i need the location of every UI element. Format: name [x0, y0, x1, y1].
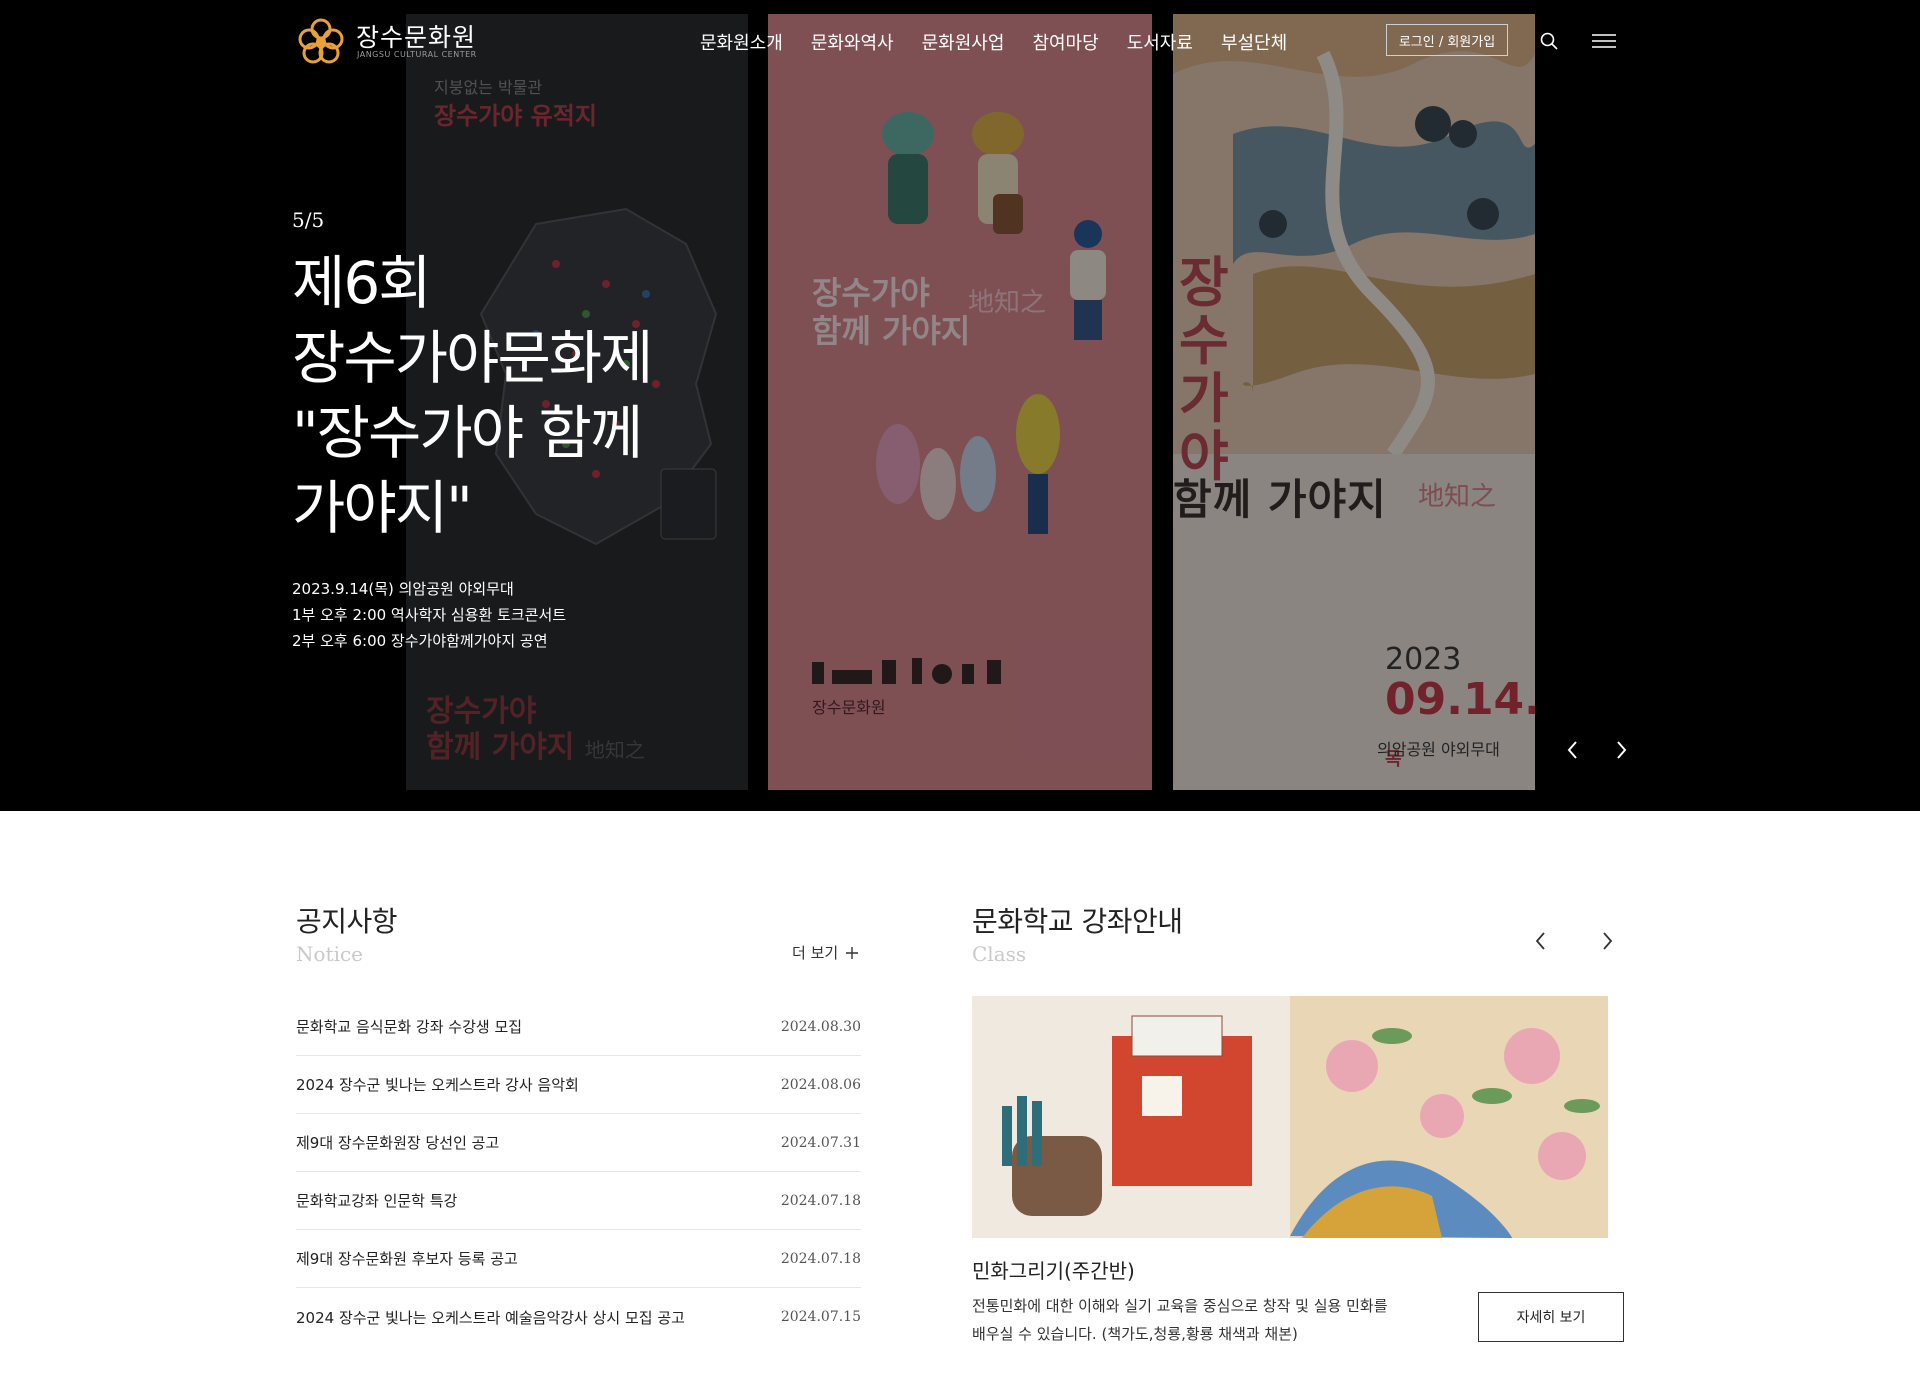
logo-subtitle: JANGSU CULTURAL CENTER [357, 50, 477, 59]
notice-row-date: 2024.07.31 [780, 1134, 861, 1151]
slide-title-line-3: "장수가야 함께 [292, 399, 643, 467]
notice-row-date: 2024.07.15 [780, 1309, 861, 1325]
site-header: 장수문화원 JANGSU CULTURAL CENTER 문화원소개 문화와역사… [0, 0, 1920, 84]
logo-icon[interactable] [294, 17, 348, 65]
slide-counter: 5/5 [292, 208, 325, 232]
slide-description: 2023.9.14(목) 의암공원 야외무대 1부 오후 2:00 역사학자 심… [292, 576, 652, 654]
slide-desc-line-2: 1부 오후 2:00 역사학자 심용환 토크콘서트 [292, 606, 567, 624]
login-button[interactable]: 로그인 / 회원가입 [1386, 24, 1508, 56]
slide-desc-line-3: 2부 오후 6:00 장수가야함께가야지 공연 [292, 632, 548, 650]
notice-row[interactable]: 문화학교강좌 인문학 특강 2024.07.18 [296, 1172, 861, 1230]
slide-title: 제6회 장수가야문화제 "장수가야 함께 가야지" [292, 246, 654, 546]
class-description: 전통민화에 대한 이해와 실기 교육을 중심으로 창작 및 실용 민화를 배우실… [972, 1297, 1388, 1343]
notice-row-date: 2024.07.18 [780, 1192, 861, 1209]
main-nav: 문화원소개 문화와역사 문화원사업 참여마당 도서자료 부설단체 [700, 29, 1287, 55]
notice-row-date: 2024.07.18 [780, 1250, 861, 1267]
plus-icon [846, 946, 859, 959]
class-section: 문화학교 강좌안내 Class 민화그리기(주간반) 전통민화에 대한 이해와 … [972, 900, 1624, 1343]
notice-row[interactable]: 2024 장수군 빛나는 오케스트라 예술음악강사 상시 모집 공고 2024.0… [296, 1288, 861, 1346]
slide-title-line-2: 장수가야문화제 [292, 324, 654, 392]
notice-title: 공지사항 [296, 905, 398, 938]
slide-title-line-1: 제6회 [292, 249, 432, 317]
menu-icon[interactable] [1592, 34, 1616, 48]
nav-item-library[interactable]: 도서자료 [1127, 29, 1193, 55]
notice-row[interactable]: 문화학교 음식문화 강좌 수강생 모집 2024.08.30 [296, 998, 861, 1056]
class-name[interactable]: 민화그리기(주간반) [972, 1255, 1135, 1284]
hero-caption: 5/5 제6회 장수가야문화제 "장수가야 함께 가야지" 2023.9.14(… [292, 208, 654, 654]
nav-item-about[interactable]: 문화원소개 [700, 29, 783, 55]
chevron-right-icon[interactable] [1598, 930, 1616, 952]
more-link[interactable]: 더 보기 [792, 942, 859, 963]
hero-slider: 지붕없는 박물관 장수가야 유적지 장수가야 함께 가야지 地知之 장수가야 함… [0, 0, 1920, 811]
notice-row[interactable]: 제9대 장수문화원장 당선인 공고 2024.07.31 [296, 1114, 861, 1172]
notice-row-date: 2024.08.30 [780, 1018, 861, 1035]
slide-title-line-4: 가야지" [292, 474, 473, 542]
notice-row-title: 문화학교 음식문화 강좌 수강생 모집 [296, 1018, 523, 1036]
notice-row-title: 2024 장수군 빛나는 오케스트라 강사 음악회 [296, 1076, 579, 1094]
notice-row-title: 2024 장수군 빛나는 오케스트라 예술음악강사 상시 모집 공고 [296, 1308, 685, 1327]
nav-item-culture-history[interactable]: 문화와역사 [811, 29, 894, 55]
notice-list: 문화학교 음식문화 강좌 수강생 모집 2024.08.30 2024 장수군 빛… [296, 998, 861, 1346]
slide-desc-line-1: 2023.9.14(목) 의암공원 야외무대 [292, 580, 514, 598]
search-icon[interactable] [1540, 32, 1558, 50]
class-image[interactable] [972, 996, 1608, 1238]
class-title: 문화학교 강좌안내 [972, 905, 1183, 938]
notice-row-title: 문화학교강좌 인문학 특강 [296, 1192, 458, 1210]
nav-item-affiliates[interactable]: 부설단체 [1221, 29, 1287, 55]
notice-subtitle: Notice [296, 942, 364, 966]
chevron-right-icon[interactable] [1611, 738, 1631, 762]
nav-item-projects[interactable]: 문화원사업 [922, 29, 1005, 55]
more-label: 더 보기 [792, 944, 839, 962]
minhwa-painting-illustration [972, 996, 1608, 1238]
class-subtitle: Class [972, 942, 1027, 966]
notice-row-date: 2024.08.06 [780, 1076, 861, 1093]
notice-row[interactable]: 2024 장수군 빛나는 오케스트라 강사 음악회 2024.08.06 [296, 1056, 861, 1114]
chevron-left-icon[interactable] [1532, 930, 1550, 952]
chevron-left-icon[interactable] [1563, 738, 1583, 762]
notice-row[interactable]: 제9대 장수문화원 후보자 등록 공고 2024.07.18 [296, 1230, 861, 1288]
notice-row-title: 제9대 장수문화원 후보자 등록 공고 [296, 1250, 518, 1268]
detail-button[interactable]: 자세히 보기 [1478, 1292, 1624, 1342]
notice-section: 공지사항 Notice 더 보기 문화학교 음식문화 강좌 수강생 모집 2024… [296, 900, 861, 1327]
logo-text[interactable]: 장수문화원 [356, 18, 476, 54]
nav-item-participation[interactable]: 참여마당 [1032, 29, 1098, 55]
notice-row-title: 제9대 장수문화원장 당선인 공고 [296, 1134, 500, 1152]
